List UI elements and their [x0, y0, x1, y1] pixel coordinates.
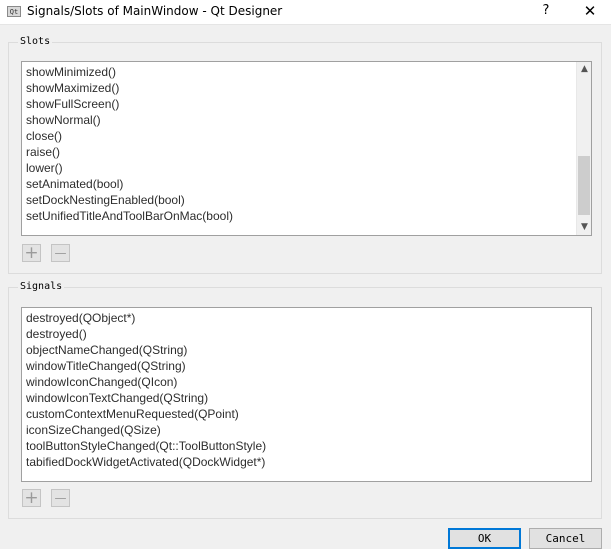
list-item[interactable]: customContextMenuRequested(QPoint)	[22, 406, 591, 422]
list-item[interactable]: iconSizeChanged(QSize)	[22, 422, 591, 438]
scroll-down-icon[interactable]: ▼	[577, 220, 591, 235]
list-item[interactable]: close()	[22, 128, 591, 144]
list-item[interactable]: setDockNestingEnabled(bool)	[22, 192, 591, 208]
scroll-thumb[interactable]	[578, 156, 590, 215]
list-item[interactable]: showMaximized()	[22, 80, 591, 96]
title-bar: Qt Signals/Slots of MainWindow - Qt Desi…	[0, 0, 611, 25]
qt-app-icon: Qt	[7, 6, 21, 17]
list-item[interactable]: windowIconChanged(QIcon)	[22, 374, 591, 390]
list-item[interactable]: destroyed()	[22, 326, 591, 342]
remove-slot-button[interactable]: —	[51, 244, 70, 262]
list-item[interactable]: setUnifiedTitleAndToolBarOnMac(bool)	[22, 208, 591, 224]
list-item[interactable]: objectNameChanged(QString)	[22, 342, 591, 358]
slots-group-label: Slots	[18, 36, 53, 47]
list-item[interactable]: raise()	[22, 144, 591, 160]
list-item[interactable]: destroyed(QObject*)	[22, 310, 591, 326]
scroll-up-icon[interactable]: ▲	[577, 62, 591, 77]
list-item[interactable]: showNormal()	[22, 112, 591, 128]
add-slot-button[interactable]: +	[22, 244, 41, 262]
remove-signal-button[interactable]: —	[51, 489, 70, 507]
list-item[interactable]: windowTitleChanged(QString)	[22, 358, 591, 374]
list-item[interactable]: showFullScreen()	[22, 96, 591, 112]
window-title: Signals/Slots of MainWindow - Qt Designe…	[27, 4, 283, 18]
close-window-button[interactable]: ✕	[570, 0, 610, 24]
slots-list[interactable]: showMinimized() showMaximized() showFull…	[21, 61, 592, 236]
list-item[interactable]: lower()	[22, 160, 591, 176]
slots-group: Slots showMinimized() showMaximized() sh…	[8, 36, 602, 274]
slots-scrollbar[interactable]: ▲ ▼	[576, 62, 591, 235]
cancel-button[interactable]: Cancel	[529, 528, 602, 549]
list-item[interactable]: showMinimized()	[22, 64, 591, 80]
list-item[interactable]: tabifiedDockWidgetActivated(QDockWidget*…	[22, 454, 591, 470]
signals-group-label: Signals	[18, 281, 65, 292]
help-button[interactable]: ?	[526, 0, 566, 24]
ok-button[interactable]: OK	[448, 528, 521, 549]
list-item[interactable]: toolButtonStyleChanged(Qt::ToolButtonSty…	[22, 438, 591, 454]
list-item[interactable]: windowIconTextChanged(QString)	[22, 390, 591, 406]
list-item[interactable]: setAnimated(bool)	[22, 176, 591, 192]
signals-group: Signals destroyed(QObject*) destroyed() …	[8, 281, 602, 519]
add-signal-button[interactable]: +	[22, 489, 41, 507]
signals-list[interactable]: destroyed(QObject*) destroyed() objectNa…	[21, 307, 592, 482]
